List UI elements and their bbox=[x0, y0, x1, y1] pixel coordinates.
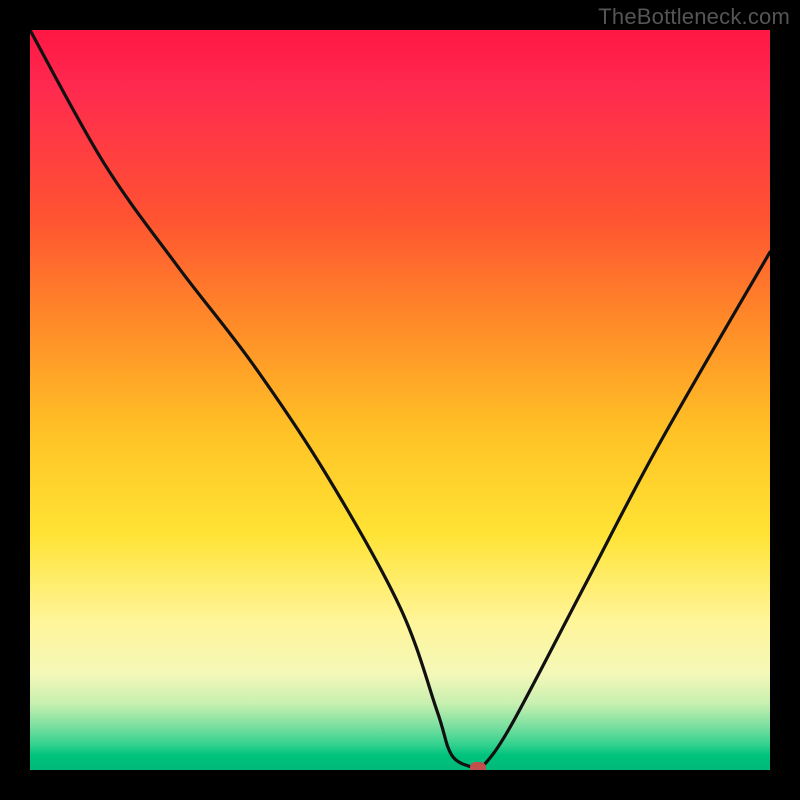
chart-frame: TheBottleneck.com bbox=[0, 0, 800, 800]
bottleneck-curve bbox=[30, 30, 770, 770]
watermark-text: TheBottleneck.com bbox=[598, 4, 790, 30]
optimal-marker bbox=[470, 762, 486, 770]
plot-area bbox=[30, 30, 770, 770]
